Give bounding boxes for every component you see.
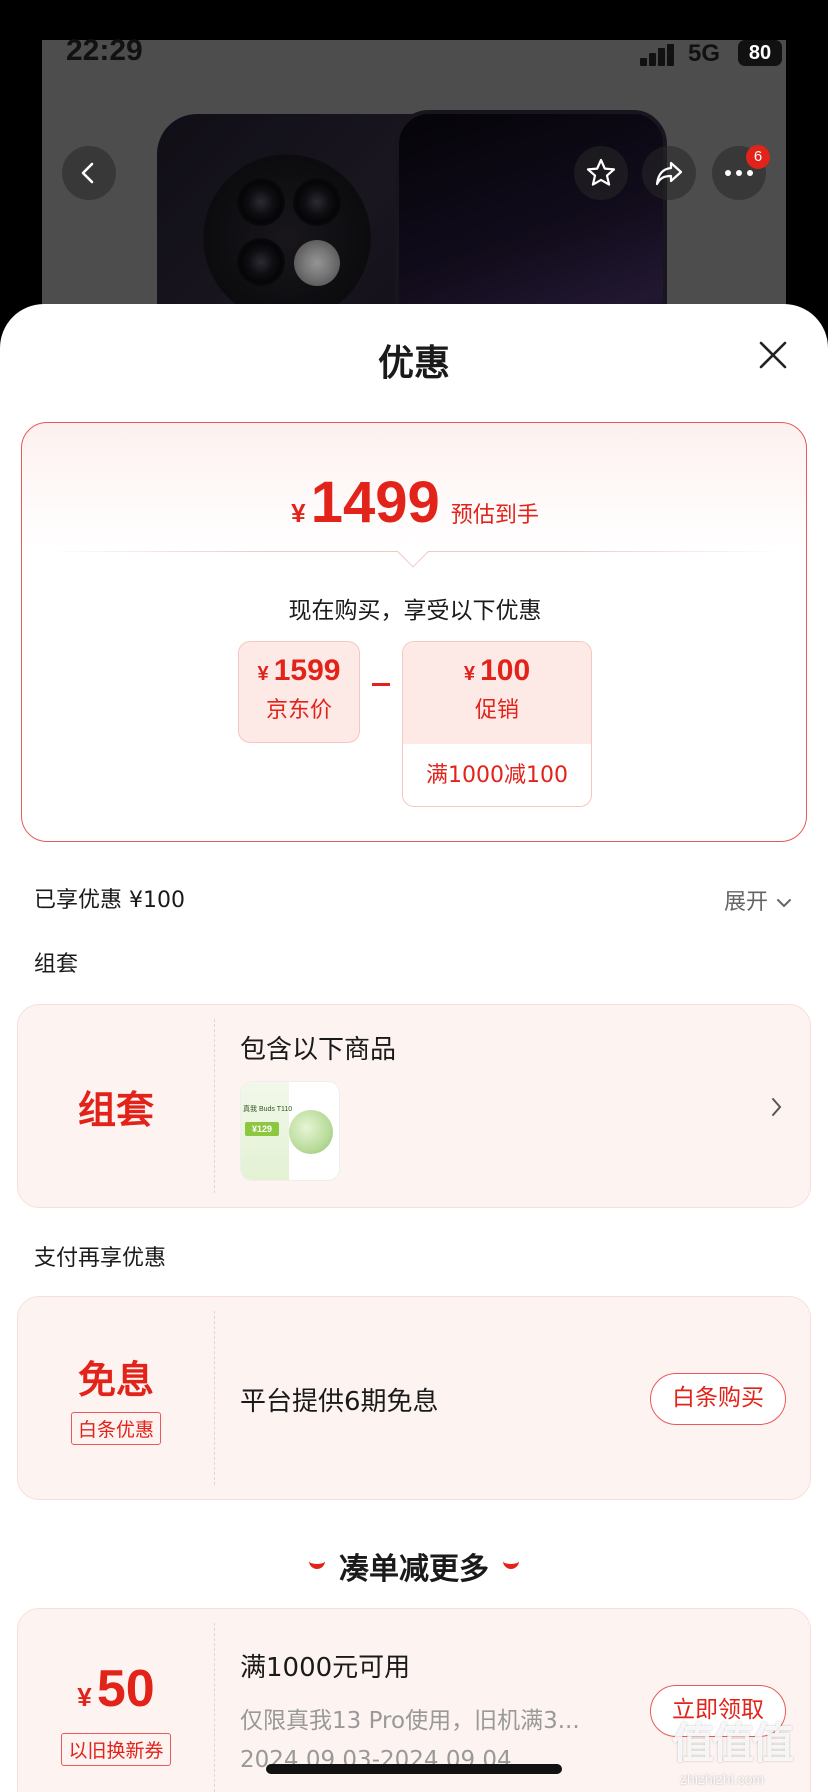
watermark-sub: zhizhizhi.com — [680, 1771, 765, 1787]
dashed-divider — [214, 1019, 215, 1193]
sheet-title: 优惠 — [377, 343, 450, 384]
estimated-price-card: ¥ 1499 预估到手 现在购买，享受以下优惠 ¥ 1599 京东价 ¥ 100… — [21, 422, 807, 842]
price-value: 1499 — [310, 470, 440, 535]
enjoyed-discount-label: 已享优惠 ¥100 — [34, 888, 185, 913]
jd-price-label: 京东价 — [265, 698, 332, 723]
status-time: 22:29 — [66, 34, 143, 67]
coupon-value: 50 — [96, 1660, 155, 1718]
promotion-label: 促销 — [474, 698, 519, 723]
smile-icon — [309, 1560, 325, 1569]
home-indicator — [266, 1764, 562, 1774]
coupon-description: 仅限真我13 Pro使用，旧机满3... — [240, 1708, 580, 1734]
close-icon[interactable] — [754, 336, 792, 374]
promotion-currency: ¥ — [463, 663, 475, 685]
watermark-main: 值值值 — [672, 1720, 794, 1767]
promotion-box: ¥ 100 促销 满1000减100 — [402, 641, 592, 807]
chevron-right-icon — [772, 1098, 782, 1116]
jd-price-box: ¥ 1599 京东价 — [238, 641, 360, 743]
bundle-card[interactable]: 组套 包含以下商品 真我 Buds T110 ¥129 — [17, 1004, 811, 1208]
more-heading-text: 凑单减更多 — [339, 1552, 489, 1587]
earbuds-image — [289, 1110, 333, 1154]
payment-heading: 支付再享优惠 — [34, 1246, 167, 1271]
thumb-price: ¥129 — [245, 1122, 279, 1136]
promotion-sheet: 优惠 ¥ 1499 预估到手 现在购买，享受以下优惠 ¥ 1599 京东价 ¥ … — [0, 304, 828, 1792]
watermark: 值值值 zhizhizhi.com — [672, 1710, 822, 1790]
share-icon — [655, 161, 683, 186]
baitiao-buy-button[interactable]: 白条购买 — [650, 1373, 786, 1425]
coupon-amount: ¥ 50 — [18, 1659, 214, 1719]
jd-price-currency: ¥ — [257, 663, 269, 685]
estimated-price: ¥ 1499 预估到手 — [22, 469, 808, 536]
bundle-product-thumb[interactable]: 真我 Buds T110 ¥129 — [240, 1081, 340, 1181]
trade-in-tag: 以旧换新券 — [61, 1733, 171, 1766]
promotion-value: 100 — [480, 654, 531, 687]
coupon-title: 满1000元可用 — [240, 1653, 411, 1683]
favorite-button[interactable] — [574, 146, 628, 200]
more-discount-heading: 凑单减更多 — [0, 1544, 828, 1588]
installment-card-title: 免息 — [77, 1358, 154, 1402]
notification-badge: 6 — [746, 145, 770, 169]
status-bar: 22:29 5G 80 — [0, 30, 828, 74]
baitiao-tag: 白条优惠 — [70, 1412, 161, 1445]
bundle-heading: 组套 — [34, 952, 79, 977]
dashed-divider — [214, 1623, 215, 1792]
divider-notch — [397, 536, 429, 568]
coupon-currency: ¥ — [77, 1682, 92, 1712]
share-button[interactable] — [642, 146, 696, 200]
star-icon — [586, 158, 616, 186]
price-currency: ¥ — [291, 498, 306, 528]
promotion-rule: 满1000减100 — [426, 763, 568, 788]
smile-icon — [503, 1560, 519, 1569]
minus-sign — [372, 683, 390, 686]
back-button[interactable] — [62, 146, 116, 200]
price-label: 预估到手 — [450, 503, 539, 528]
thumb-title: 真我 Buds T110 — [243, 1106, 293, 1113]
bundle-card-title: 组套 — [77, 1088, 154, 1132]
dashed-divider — [214, 1311, 215, 1485]
buy-now-text: 现在购买，享受以下优惠 — [288, 598, 542, 624]
chevron-left-icon — [81, 162, 94, 184]
expand-label: 展开 — [724, 890, 769, 915]
battery-icon: 80 — [738, 40, 782, 66]
installment-card: 免息 白条优惠 平台提供6期免息 白条购买 — [17, 1296, 811, 1500]
jd-price-value: 1599 — [273, 654, 341, 687]
chevron-down-icon — [777, 899, 792, 908]
expand-button[interactable]: 展开 — [724, 884, 793, 916]
installment-description: 平台提供6期免息 — [240, 1387, 439, 1417]
signal-icon — [640, 44, 676, 66]
network-label: 5G — [688, 40, 721, 67]
more-icon — [725, 170, 753, 176]
bundle-contains-text: 包含以下商品 — [240, 1035, 397, 1065]
